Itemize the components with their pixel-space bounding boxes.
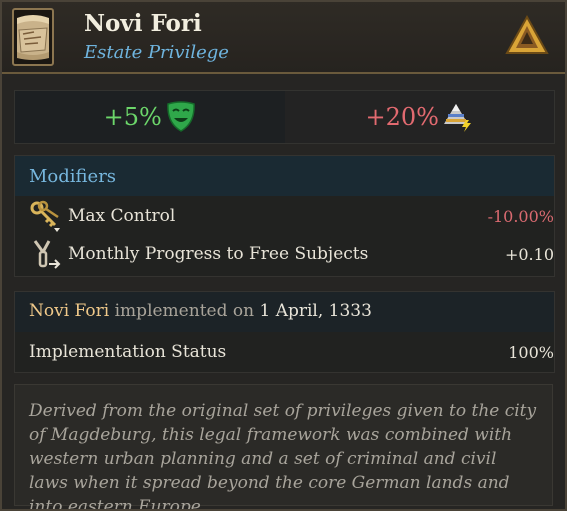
implementation-status-value: 100% — [508, 343, 554, 362]
privilege-name-link: Novi Fori — [29, 301, 110, 321]
privilege-tooltip: Novi Fori Estate Privilege +5% +20% Modi… — [0, 0, 567, 511]
implementation-date: 1 April, 1333 — [259, 301, 372, 321]
happy-mask-icon — [166, 101, 196, 133]
scroll-map-icon — [12, 8, 54, 66]
implementation-line: Novi Fori implemented on 1 April, 1333 — [29, 301, 372, 321]
effects-panel: +5% +20% — [14, 90, 555, 144]
tooltip-header: Novi Fori Estate Privilege — [2, 2, 565, 74]
modifier-label: Max Control — [68, 206, 176, 226]
implementation-date-bar: Novi Fori implemented on 1 April, 1333 — [15, 292, 554, 332]
modifiers-header: Modifiers — [15, 156, 554, 196]
privilege-title: Novi Fori — [84, 10, 202, 37]
satisfaction-effect: +5% — [15, 91, 285, 143]
modifiers-title: Modifiers — [29, 166, 117, 187]
power-value: +20% — [365, 103, 439, 131]
implemented-on-text: implemented on — [114, 301, 255, 321]
modifier-label: Monthly Progress to Free Subjects — [68, 244, 369, 264]
estate-power-pyramid-icon — [443, 102, 473, 132]
satisfaction-value: +5% — [103, 103, 162, 131]
modifier-value: +0.10 — [504, 245, 554, 264]
implementation-panel: Novi Fori implemented on 1 April, 1333 I… — [14, 291, 555, 373]
modifiers-panel: Modifiers Max Control -10.00% Monthly Pr… — [14, 155, 555, 277]
description-text: Derived from the original set of privile… — [29, 401, 537, 511]
modifier-row: Monthly Progress to Free Subjects +0.10 — [15, 236, 554, 274]
flavor-description: Derived from the original set of privile… — [14, 384, 553, 509]
power-effect: +20% — [284, 91, 554, 143]
pyramid-estate-icon — [505, 14, 549, 56]
implementation-status-label: Implementation Status — [29, 342, 227, 362]
keys-icon — [29, 200, 63, 234]
privilege-subtitle: Estate Privilege — [84, 42, 229, 63]
modifier-row: Max Control -10.00% — [15, 198, 554, 236]
broken-chain-icon — [29, 238, 63, 272]
modifier-value: -10.00% — [487, 207, 554, 226]
